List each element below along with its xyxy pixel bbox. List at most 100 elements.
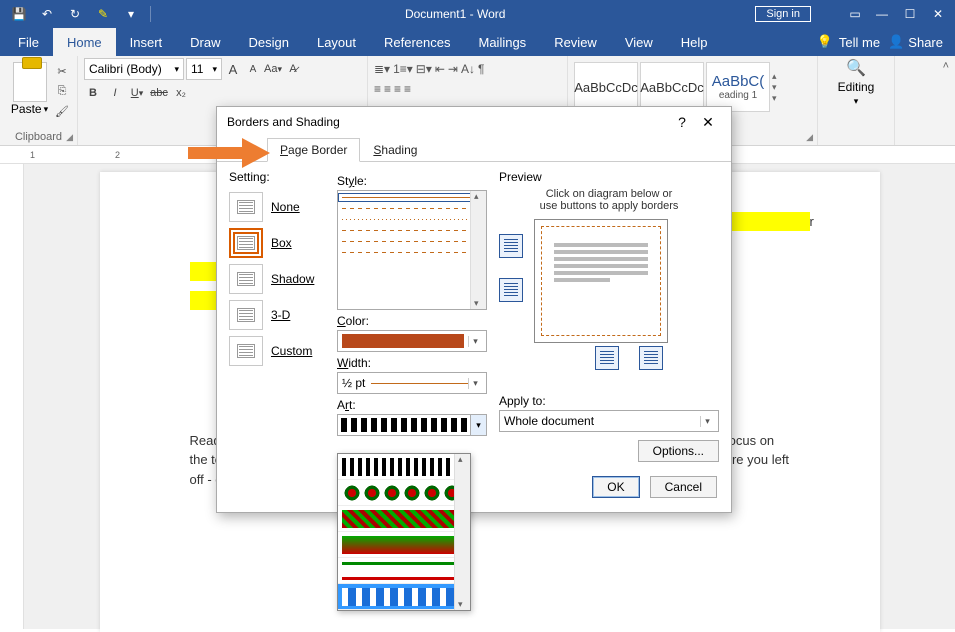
tell-me-search[interactable]: 💡 Tell me — [817, 34, 880, 50]
preview-top-border-button[interactable] — [499, 234, 523, 258]
style-option[interactable] — [342, 208, 482, 209]
tab-design[interactable]: Design — [235, 28, 303, 56]
setting-custom[interactable]: Custom — [229, 336, 325, 366]
clear-formatting-icon[interactable]: A̷ — [284, 60, 302, 78]
cancel-button[interactable]: Cancel — [650, 476, 717, 498]
style-option[interactable] — [342, 252, 482, 253]
style-option[interactable] — [342, 230, 482, 231]
align-right-icon[interactable]: ≡ — [394, 82, 401, 96]
multilevel-icon[interactable]: ⊟▾ — [416, 62, 432, 76]
font-size-select[interactable]: 11▾ — [186, 58, 222, 80]
preview-bottom-border-button[interactable] — [499, 278, 523, 302]
increase-indent-icon[interactable]: ⇥ — [448, 62, 458, 76]
art-option[interactable] — [338, 532, 470, 558]
editing-dropdown-icon[interactable]: ▾ — [854, 96, 859, 107]
numbering-icon[interactable]: 1≡▾ — [393, 62, 413, 76]
art-option[interactable] — [338, 454, 470, 480]
style-nospacing[interactable]: AaBbCcDc — [640, 62, 704, 112]
sign-in-button[interactable]: Sign in — [755, 6, 811, 22]
styles-more-icon[interactable]: ▾ — [772, 93, 777, 104]
tab-mailings[interactable]: Mailings — [465, 28, 541, 56]
color-select[interactable]: ▾ — [337, 330, 487, 352]
bold-button[interactable]: B — [84, 84, 102, 102]
dialog-help-icon[interactable]: ? — [669, 114, 695, 130]
art-option[interactable] — [338, 558, 470, 584]
clipboard-launcher-icon[interactable]: ◢ — [66, 132, 73, 143]
styles-scroll-up-icon[interactable]: ▴ — [772, 71, 777, 82]
maximize-icon[interactable]: ☐ — [897, 1, 923, 27]
shrink-font-icon[interactable]: A — [244, 60, 262, 78]
change-case-icon[interactable]: Aa▾ — [264, 60, 282, 78]
paste-button[interactable]: Paste▾ — [11, 102, 48, 116]
underline-button[interactable]: U▾ — [128, 84, 146, 102]
decrease-indent-icon[interactable]: ⇤ — [435, 62, 445, 76]
art-scrollbar[interactable] — [454, 454, 470, 610]
justify-icon[interactable]: ≡ — [404, 82, 411, 96]
close-icon[interactable]: ✕ — [925, 1, 951, 27]
undo-icon[interactable]: ↶ — [34, 1, 60, 27]
styles-scroll-down-icon[interactable]: ▾ — [772, 82, 777, 93]
tab-help[interactable]: Help — [667, 28, 722, 56]
redo-icon[interactable]: ↻ — [62, 1, 88, 27]
setting-box[interactable]: Box — [229, 228, 325, 258]
art-option[interactable] — [338, 506, 470, 532]
bullets-icon[interactable]: ≣▾ — [374, 62, 390, 76]
tab-draw[interactable]: Draw — [176, 28, 234, 56]
preview-page[interactable] — [541, 226, 661, 336]
find-icon[interactable]: 🔍 — [846, 58, 866, 78]
style-option[interactable] — [342, 241, 482, 242]
setting-shadow[interactable]: Shadow — [229, 264, 325, 294]
ribbon-display-options-icon[interactable]: ▭ — [843, 7, 867, 21]
tab-home[interactable]: Home — [53, 28, 116, 56]
preview-left-border-button[interactable] — [595, 346, 619, 370]
style-option[interactable] — [342, 219, 482, 220]
options-button[interactable]: Options... — [638, 440, 719, 462]
collapse-ribbon-icon[interactable]: ˄ — [943, 60, 949, 72]
copy-icon[interactable]: ⎘ — [53, 82, 71, 100]
minimize-icon[interactable]: — — [869, 1, 895, 27]
show-marks-icon[interactable]: ¶ — [478, 62, 484, 76]
tab-layout[interactable]: Layout — [303, 28, 370, 56]
strikethrough-button[interactable]: abc — [150, 84, 168, 102]
art-select[interactable]: ▾ — [337, 414, 487, 436]
tab-shading[interactable]: Shading — [360, 138, 430, 162]
font-name-select[interactable]: Calibri (Body)▾ — [84, 58, 184, 80]
style-heading1[interactable]: AaBbC(eading 1 — [706, 62, 770, 112]
style-scrollbar[interactable] — [470, 191, 486, 309]
art-option[interactable] — [338, 480, 470, 506]
tab-review[interactable]: Review — [540, 28, 611, 56]
art-dropdown-list[interactable] — [337, 453, 471, 611]
setting-none[interactable]: None — [229, 192, 325, 222]
tab-page-border[interactable]: Page Border — [267, 138, 360, 162]
tab-view[interactable]: View — [611, 28, 667, 56]
highlighter-icon[interactable]: ✎ — [90, 1, 116, 27]
paste-icon[interactable] — [13, 62, 47, 102]
style-label: Style: — [337, 174, 487, 188]
tab-file[interactable]: File — [4, 28, 53, 56]
style-option[interactable] — [342, 197, 482, 198]
cut-icon[interactable]: ✂ — [53, 62, 71, 80]
preview-right-border-button[interactable] — [639, 346, 663, 370]
styles-launcher-icon[interactable]: ◢ — [806, 132, 813, 143]
art-option-selected[interactable] — [338, 584, 470, 610]
style-list[interactable] — [337, 190, 487, 310]
italic-button[interactable]: I — [106, 84, 124, 102]
style-normal[interactable]: AaBbCcDc — [574, 62, 638, 112]
sort-icon[interactable]: A↓ — [461, 62, 475, 76]
ok-button[interactable]: OK — [592, 476, 639, 498]
format-painter-icon[interactable]: 🖌 — [53, 102, 71, 120]
tab-references[interactable]: References — [370, 28, 464, 56]
qat-customize-icon[interactable]: ▾ — [118, 1, 144, 27]
align-center-icon[interactable]: ≡ — [384, 82, 391, 96]
share-button[interactable]: 👤 Share — [888, 34, 943, 50]
save-icon[interactable]: 💾 — [6, 1, 32, 27]
grow-font-icon[interactable]: A — [224, 60, 242, 78]
setting-3d[interactable]: 3-D — [229, 300, 325, 330]
subscript-button[interactable]: x₂ — [172, 84, 190, 102]
vertical-ruler[interactable] — [0, 164, 24, 629]
tab-insert[interactable]: Insert — [116, 28, 177, 56]
align-left-icon[interactable]: ≡ — [374, 82, 381, 96]
applyto-select[interactable]: Whole document▾ — [499, 410, 719, 432]
dialog-close-icon[interactable]: ✕ — [695, 114, 721, 131]
width-select[interactable]: ½ pt▾ — [337, 372, 487, 394]
